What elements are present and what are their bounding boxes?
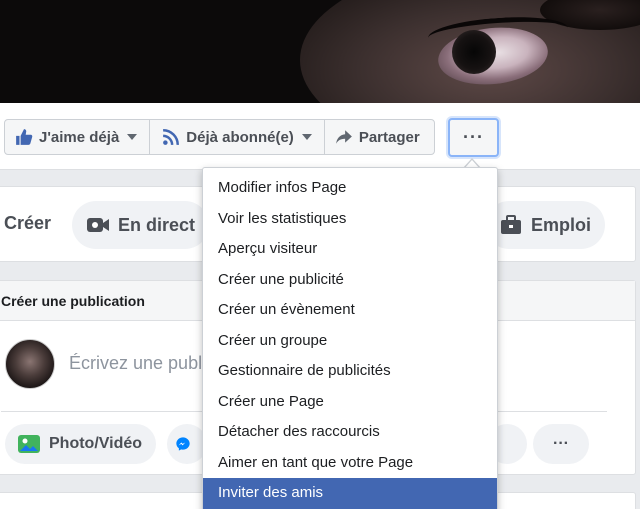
photo-video-label: Photo/Vidéo [49,435,143,452]
more-icon: ··· [463,127,484,147]
share-button-label: Partager [358,128,420,146]
chevron-down-icon [301,134,312,140]
briefcase-icon [501,215,521,234]
menu-item-view-insights[interactable]: Voir les statistiques [203,204,497,235]
menu-item-view-as-visitor[interactable]: Aperçu visiteur [203,234,497,265]
like-button-label: J'aime déjà [39,128,120,146]
create-title: Créer [4,213,52,233]
rss-icon [163,129,180,146]
share-button[interactable]: Partager [325,120,434,154]
menu-item-invite-friends[interactable]: Inviter des amis [203,478,497,509]
thumbs-up-icon [16,129,33,145]
messenger-icon [176,437,190,451]
more-options-button[interactable]: ··· [448,118,499,157]
more-options-button[interactable]: ··· [533,424,589,464]
menu-item-edit-page-info[interactable]: Modifier infos Page [203,173,497,204]
cover-photo[interactable] [0,0,640,103]
job-button-label: Emploi [531,214,592,235]
post-composer-input[interactable]: Écrivez une publ [69,353,202,374]
menu-item-create-event[interactable]: Créer un évènement [203,295,497,326]
menu-item-like-as-page[interactable]: Aimer en tant que votre Page [203,448,497,479]
create-post-title: Créer une publication [1,293,145,309]
like-button[interactable]: J'aime déjà [5,120,151,154]
live-video-icon [87,218,109,232]
photo-video-button[interactable]: Photo/Vidéo [5,424,157,464]
page-action-buttons: J'aime déjà Déjà abonné(e) Partager [4,119,435,155]
photo-icon [18,435,40,453]
follow-button[interactable]: Déjà abonné(e) [150,120,325,154]
menu-item-unpin-shortcuts[interactable]: Détacher des raccourcis [203,417,497,448]
live-button-label: En direct [118,214,196,235]
menu-item-create-group[interactable]: Créer un groupe [203,326,497,357]
share-arrow-icon [335,130,352,144]
messenger-button[interactable] [167,424,207,464]
more-icon: ··· [553,435,569,452]
follow-button-label: Déjà abonné(e) [186,128,294,146]
menu-item-ads-manager[interactable]: Gestionnaire de publicités [203,356,497,387]
menu-item-create-ad[interactable]: Créer une publicité [203,265,497,296]
page-action-bar: J'aime déjà Déjà abonné(e) Partager ··· [0,103,640,170]
live-button[interactable]: En direct [72,201,210,249]
menu-item-create-page[interactable]: Créer une Page [203,387,497,418]
avatar[interactable] [5,339,55,389]
job-button[interactable]: Emploi [485,201,606,249]
more-options-menu: Modifier infos Page Voir les statistique… [202,167,498,509]
chevron-down-icon [127,134,138,140]
